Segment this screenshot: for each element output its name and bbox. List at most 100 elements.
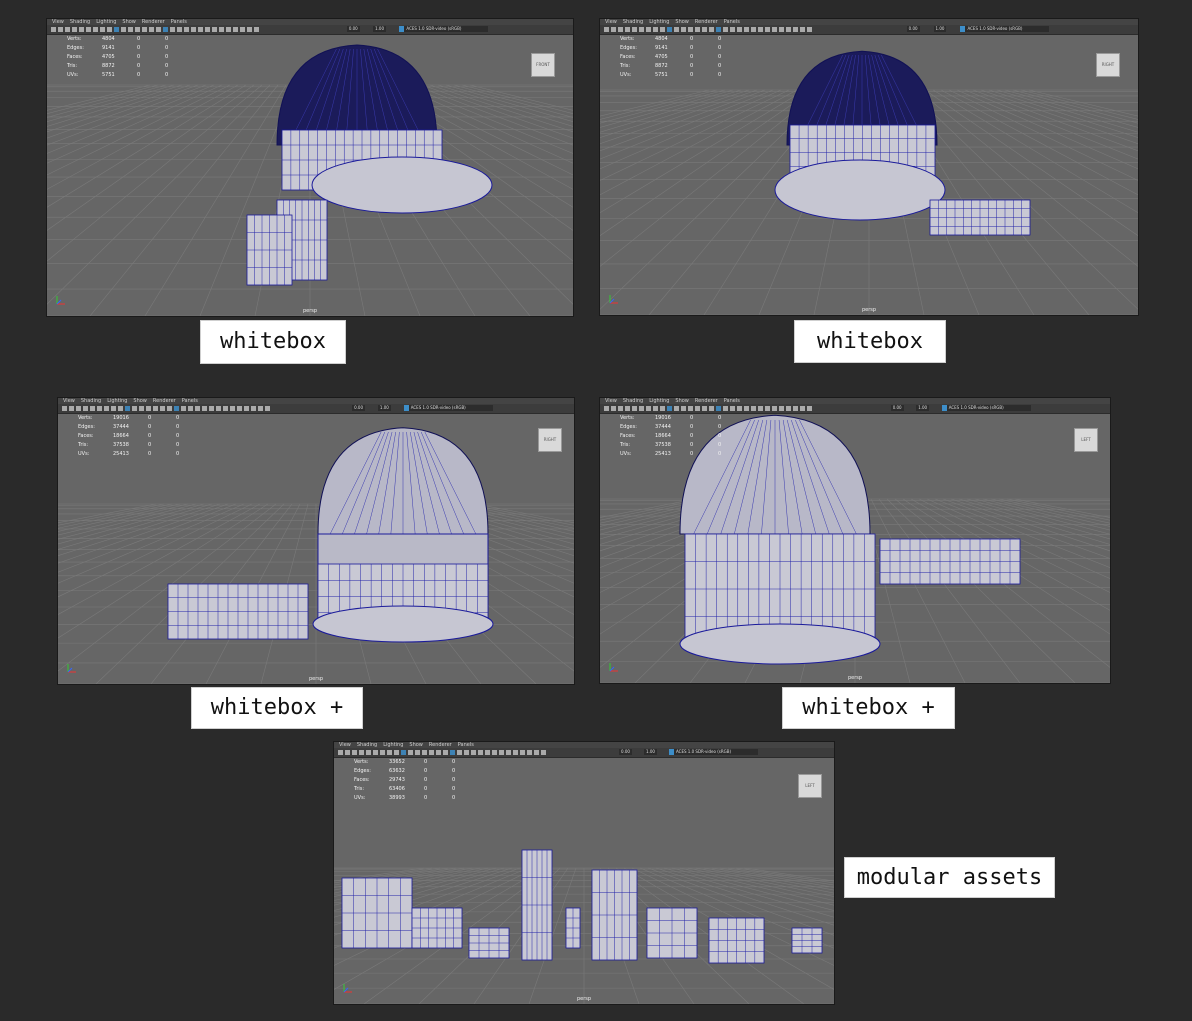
toolbar-icon[interactable]: [114, 27, 119, 32]
toolbar-icon[interactable]: [219, 27, 224, 32]
gamma-field[interactable]: 1.00: [377, 405, 391, 411]
toolbar-icon[interactable]: [730, 406, 735, 411]
toolbar-icon[interactable]: [188, 406, 193, 411]
toolbar-icon[interactable]: [380, 750, 385, 755]
toolbar-icon[interactable]: [737, 406, 742, 411]
toolbar-icon[interactable]: [247, 27, 252, 32]
view-cube[interactable]: RIGHT: [538, 428, 562, 452]
toolbar-icon[interactable]: [800, 27, 805, 32]
toolbar-icon[interactable]: [527, 750, 532, 755]
toolbar-icon[interactable]: [639, 406, 644, 411]
view-cube[interactable]: FRONT: [531, 53, 555, 77]
toolbar-icon[interactable]: [457, 750, 462, 755]
toolbar-icon[interactable]: [202, 406, 207, 411]
toolbar-icon[interactable]: [107, 27, 112, 32]
toolbar-icon[interactable]: [415, 750, 420, 755]
toolbar-icon[interactable]: [100, 27, 105, 32]
toolbar-icon[interactable]: [534, 750, 539, 755]
toolbar-icon[interactable]: [62, 406, 67, 411]
toolbar-icon[interactable]: [69, 406, 74, 411]
toolbar-icon[interactable]: [345, 750, 350, 755]
toolbar-icon[interactable]: [181, 406, 186, 411]
toolbar-icon[interactable]: [758, 406, 763, 411]
toolbar-icon[interactable]: [121, 27, 126, 32]
toolbar-icon[interactable]: [772, 27, 777, 32]
toolbar-icon[interactable]: [195, 406, 200, 411]
toolbar-icon[interactable]: [765, 27, 770, 32]
toolbar-icon[interactable]: [51, 27, 56, 32]
toolbar-icon[interactable]: [667, 27, 672, 32]
toolbar-icon[interactable]: [104, 406, 109, 411]
toolbar-icon[interactable]: [146, 406, 151, 411]
toolbar-icon[interactable]: [506, 750, 511, 755]
toolbar-icon[interactable]: [366, 750, 371, 755]
toolbar-icon[interactable]: [198, 27, 203, 32]
toolbar-icon[interactable]: [618, 27, 623, 32]
toolbar-icon[interactable]: [765, 406, 770, 411]
gamma-field[interactable]: 1.00: [644, 749, 657, 755]
toolbar-icon[interactable]: [681, 406, 686, 411]
toolbar-icon[interactable]: [394, 750, 399, 755]
toolbar-icon[interactable]: [702, 27, 707, 32]
toolbar-icon[interactable]: [471, 750, 476, 755]
toolbar-icon[interactable]: [338, 750, 343, 755]
toolbar-icon[interactable]: [258, 406, 263, 411]
maya-viewport-5[interactable]: View Shading Lighting Show Renderer Panels 0.0…: [333, 741, 835, 1005]
toolbar-icon[interactable]: [520, 750, 525, 755]
toolbar-icon[interactable]: [611, 27, 616, 32]
toolbar-icon[interactable]: [702, 406, 707, 411]
toolbar-icon[interactable]: [625, 406, 630, 411]
toolbar-icon[interactable]: [230, 406, 235, 411]
toolbar-icon[interactable]: [184, 27, 189, 32]
toolbar-icon[interactable]: [499, 750, 504, 755]
toolbar-icon[interactable]: [758, 27, 763, 32]
toolbar-icon[interactable]: [233, 27, 238, 32]
toolbar-icon[interactable]: [251, 406, 256, 411]
toolbar-icon[interactable]: [65, 27, 70, 32]
toolbar-icon[interactable]: [786, 27, 791, 32]
toolbar-icon[interactable]: [359, 750, 364, 755]
toolbar-icon[interactable]: [688, 27, 693, 32]
toolbar-icon[interactable]: [111, 406, 116, 411]
gamma-field[interactable]: 1.00: [373, 26, 387, 32]
toolbar-icon[interactable]: [128, 27, 133, 32]
toolbar-icon[interactable]: [723, 27, 728, 32]
toolbar-icon[interactable]: [695, 27, 700, 32]
toolbar-icon[interactable]: [93, 27, 98, 32]
toolbar-icon[interactable]: [97, 406, 102, 411]
maya-viewport-2[interactable]: View Shading Lighting Show Renderer Panels 0.0…: [599, 18, 1139, 316]
colorspace-dropdown[interactable]: ACES 1.0 SDR-video (sRGB): [960, 26, 1050, 32]
toolbar-icon[interactable]: [352, 750, 357, 755]
toolbar-icon[interactable]: [793, 27, 798, 32]
toolbar-icon[interactable]: [716, 406, 721, 411]
toolbar-icon[interactable]: [646, 27, 651, 32]
toolbar-icon[interactable]: [254, 27, 259, 32]
maya-viewport-1[interactable]: View Shading Lighting Show Renderer Panels 0.0…: [46, 18, 574, 317]
maya-viewport-4[interactable]: View Shading Lighting Show Renderer Panels 0.0…: [599, 397, 1111, 684]
toolbar-icon[interactable]: [744, 27, 749, 32]
toolbar-icon[interactable]: [163, 27, 168, 32]
toolbar-icon[interactable]: [135, 27, 140, 32]
toolbar-icon[interactable]: [779, 27, 784, 32]
maya-viewport-3[interactable]: View Shading Lighting Show Renderer Panels 0.0…: [57, 397, 575, 685]
toolbar-icon[interactable]: [429, 750, 434, 755]
toolbar-icon[interactable]: [149, 27, 154, 32]
toolbar-icon[interactable]: [156, 27, 161, 32]
toolbar-icon[interactable]: [625, 27, 630, 32]
view-cube[interactable]: RIGHT: [1096, 53, 1120, 77]
colorspace-dropdown[interactable]: ACES 1.0 SDR-video (sRGB): [399, 26, 489, 32]
exposure-field[interactable]: 0.00: [890, 405, 904, 411]
toolbar-icon[interactable]: [653, 406, 658, 411]
toolbar-icon[interactable]: [793, 406, 798, 411]
toolbar-icon[interactable]: [716, 27, 721, 32]
view-cube[interactable]: LEFT: [798, 774, 822, 798]
view-cube[interactable]: LEFT: [1074, 428, 1098, 452]
toolbar-icon[interactable]: [737, 27, 742, 32]
toolbar-icon[interactable]: [387, 750, 392, 755]
toolbar-icon[interactable]: [541, 750, 546, 755]
colorspace-dropdown[interactable]: ACES 1.0 SDR-video (sRGB): [403, 405, 493, 411]
toolbar-icon[interactable]: [79, 27, 84, 32]
toolbar-icon[interactable]: [779, 406, 784, 411]
toolbar-icon[interactable]: [139, 406, 144, 411]
toolbar-icon[interactable]: [688, 406, 693, 411]
